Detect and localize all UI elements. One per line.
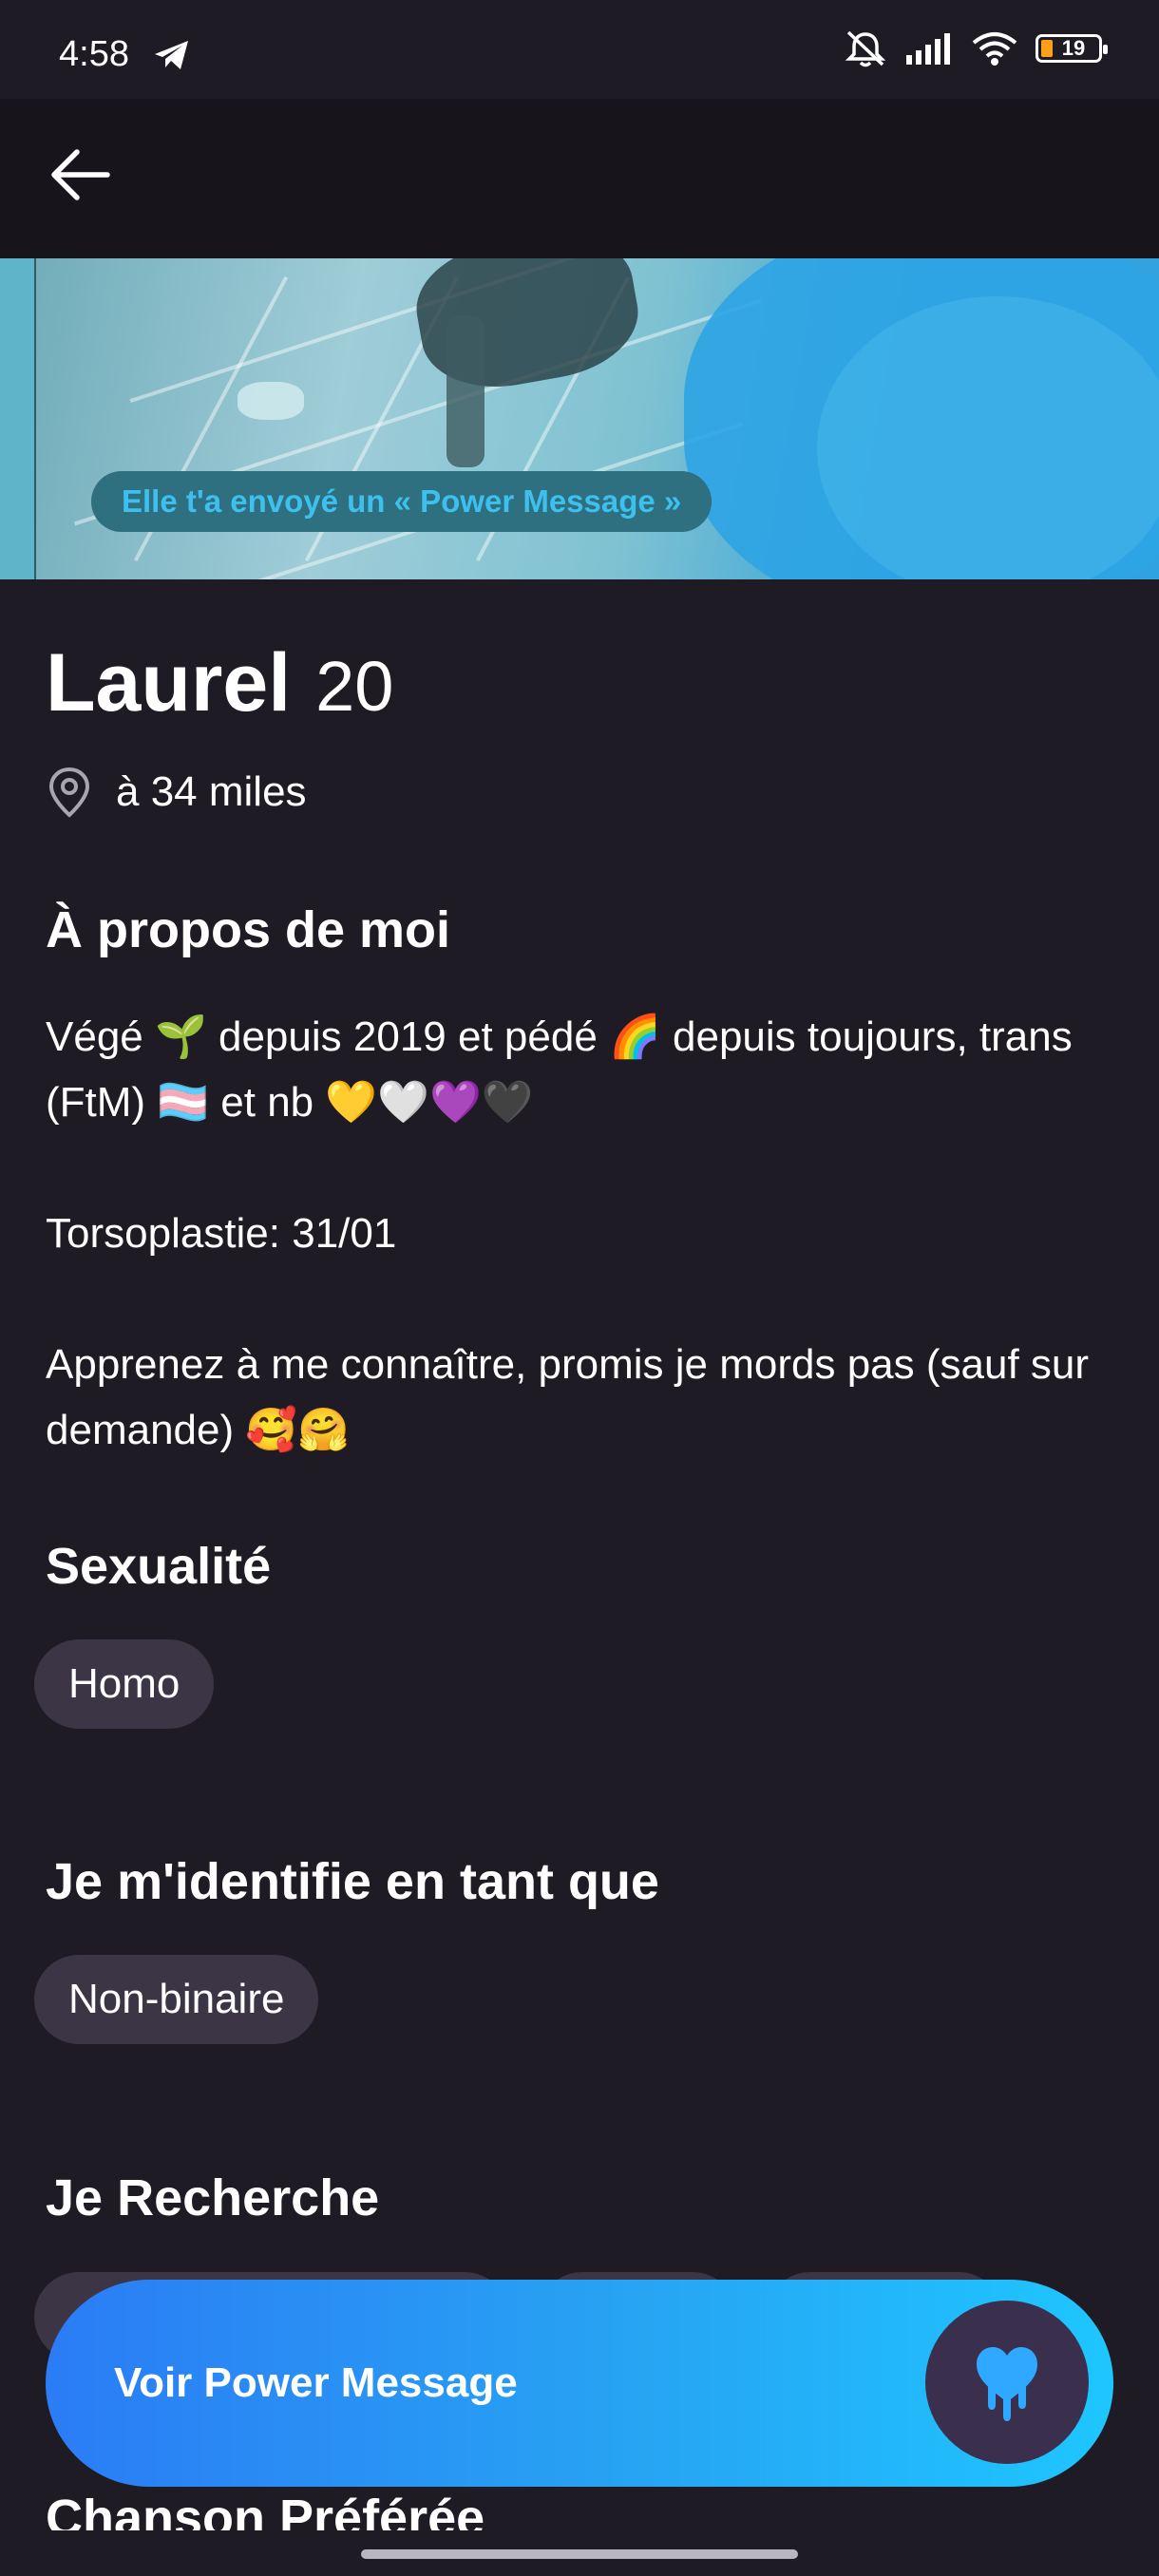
- wifi-icon: [972, 32, 1017, 66]
- battery-icon: 19: [1036, 34, 1108, 63]
- profile-name: Laurel: [46, 637, 292, 729]
- dripping-heart-icon: [925, 2301, 1089, 2464]
- location-pin-icon: [48, 767, 90, 818]
- arrow-left-icon: [51, 149, 110, 200]
- cta-label: Voir Power Message: [114, 2359, 518, 2406]
- about-text: Végé 🌱 depuis 2019 et pédé 🌈 depuis touj…: [46, 1013, 1090, 1453]
- status-time: 4:58: [59, 34, 129, 74]
- about-title: À propos de moi: [46, 901, 451, 958]
- looking-for-title: Je Recherche: [46, 2169, 380, 2226]
- identity-title: Je m'identifie en tant que: [46, 1853, 659, 1910]
- sexuality-chip: Homo: [34, 1639, 215, 1729]
- status-bar: 4:58 19: [0, 0, 1159, 99]
- back-button[interactable]: [42, 137, 118, 213]
- distance-text: à 34 miles: [116, 768, 307, 815]
- name-row: Laurel 20: [46, 636, 393, 730]
- profile-age: 20: [315, 647, 394, 726]
- top-app-bar: [0, 99, 1159, 258]
- see-power-message-button[interactable]: Voir Power Message: [46, 2280, 1113, 2487]
- status-icons: 19: [844, 28, 1108, 68]
- sexuality-title: Sexualité: [46, 1538, 272, 1595]
- battery-level: 19: [1061, 36, 1086, 60]
- telegram-icon: [155, 41, 188, 69]
- mute-icon: [845, 30, 886, 67]
- location-row: à 34 miles: [46, 766, 307, 819]
- identity-chip: Non-binaire: [34, 1955, 319, 2044]
- power-message-banner: Elle t'a envoyé un « Power Message »: [91, 471, 712, 532]
- home-indicator[interactable]: [361, 2549, 798, 2559]
- signal-icon: [906, 33, 950, 65]
